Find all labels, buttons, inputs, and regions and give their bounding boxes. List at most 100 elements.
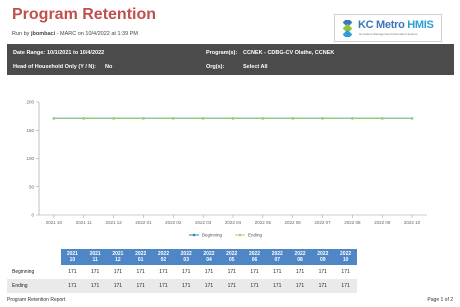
legend-label-beginning: Beginning: [202, 233, 223, 238]
data-point-ending: [52, 117, 56, 120]
table-row-label: Beginning: [12, 269, 35, 275]
table-cell: 171: [113, 269, 123, 275]
x-tick-label: 2022 02: [165, 220, 182, 225]
table-cell: 171: [61, 279, 84, 293]
logo-text: KC Metro HMIS: [358, 19, 434, 31]
table-cell: 171: [273, 269, 282, 275]
table-header-cell: 2022 07: [265, 249, 289, 265]
data-point-ending: [410, 117, 414, 120]
logo-text-main: KC Metro: [358, 19, 408, 31]
table-header-cell: 2021 11: [83, 249, 107, 265]
y-tick-label: 200: [26, 100, 34, 105]
x-tick-label: 2022 05: [255, 220, 272, 225]
run-by-line: Run by jbombaci - MARC on 10/4/2022 at 1…: [12, 31, 138, 37]
table-cell: 171: [250, 269, 259, 275]
table-cell: 171: [90, 269, 100, 275]
table-row: Ending 171 171 171 171 171 171 171 171 171 171 171 1…: [7, 279, 357, 293]
run-by-user: jbombaci: [30, 31, 56, 37]
table-cell: 171: [288, 279, 312, 293]
run-by-suffix: - MARC on 10/4/2022 at 1:39 PM: [55, 31, 138, 37]
run-by-prefix: Run by: [12, 31, 31, 37]
filters-bar: Date Range: 10/1/2021 to 10/4/2022 Head …: [7, 44, 454, 75]
table-header-cell: 2022 01: [129, 249, 153, 265]
data-point-ending: [291, 117, 294, 120]
y-tick-label: 150: [26, 128, 34, 133]
x-tick-label: 2021 10: [46, 220, 63, 225]
table-header-row: 2021 10 2021 11 2021 12 2022 01 2022 02 2022 03 2022…: [7, 249, 357, 265]
table-cell: 171: [106, 279, 130, 293]
hoh-label: Head of Household Only (Y / N):: [13, 64, 97, 70]
table-cell: 171: [182, 269, 191, 275]
logo-subtitle: Homeless Management Information System: [359, 32, 418, 36]
data-point-ending: [112, 117, 115, 120]
table-row-label: Ending: [7, 279, 61, 293]
orgs-value: Select All: [243, 64, 268, 70]
x-tick-label: 2022 07: [314, 220, 331, 225]
table-header-corner: [7, 249, 61, 265]
table-header-cell: 2022 02: [152, 249, 175, 265]
table-cell: 171: [152, 279, 175, 293]
table-header-cell: 2022 10: [334, 249, 357, 265]
table-header-cell: 2022 09: [311, 249, 335, 265]
table-cell: 171: [68, 269, 77, 275]
table-cell: 171: [174, 279, 198, 293]
logo-text-hmis: HMIS: [407, 19, 434, 31]
x-tick-label: 2021 12: [105, 220, 122, 225]
date-range-label: Date Range:: [13, 50, 46, 56]
data-point-ending: [380, 117, 384, 120]
table-cell: 171: [318, 269, 327, 275]
x-tick-label: 2022 10: [404, 220, 421, 225]
data-point-ending: [201, 117, 205, 120]
x-tick-label: 2022 08: [344, 220, 361, 225]
data-point-ending: [321, 117, 324, 120]
legend-marker-ending: [238, 233, 242, 237]
report-title: Program Retention: [12, 6, 157, 23]
y-tick-label: 50: [29, 184, 35, 189]
footer-report-name: Program Retention Report: [7, 297, 66, 303]
legend-label-ending: Ending: [248, 233, 263, 238]
table-cell: 171: [197, 279, 221, 293]
programs-label: Program(s):: [206, 50, 238, 56]
programs-value: CCNEK - CDBG-CV Olathe, CCNEK: [243, 50, 335, 56]
table-header-cell: 2021 10: [61, 249, 84, 265]
legend-marker-beginning: [192, 233, 196, 237]
table-header-cell: 2021 12: [106, 249, 130, 265]
table-cell: 171: [159, 269, 168, 275]
x-tick-label: 2022 04: [225, 220, 242, 225]
retention-data-table: 2021 10 2021 11 2021 12 2022 01 2022 02 2022 03 2022…: [7, 249, 357, 293]
retention-line-chart: 0 50 100 150 200 2021 10 2021 11 2021 12 2022 01…: [26, 100, 427, 238]
y-tick-label: 100: [26, 156, 34, 161]
data-point-ending: [172, 117, 175, 120]
table-cell: 171: [136, 269, 145, 275]
data-point-ending: [82, 117, 86, 120]
x-tick-label: 2022 01: [135, 220, 152, 225]
table-cell: 171: [204, 269, 214, 275]
table-cell: 171: [83, 279, 107, 293]
table-cell: 171: [265, 279, 289, 293]
table-header-cell: 2022 03: [174, 249, 198, 265]
x-tick-label: 2021 11: [76, 220, 92, 225]
table-cell: 171: [227, 269, 236, 275]
table-cell: 171: [220, 279, 244, 293]
data-point-ending: [351, 117, 354, 120]
hoh-value: No: [105, 64, 113, 70]
table-cell: 171: [311, 279, 335, 293]
table-cell: 171: [341, 269, 350, 275]
table-cell: 171: [295, 269, 305, 275]
x-tick-label: 2022 06: [285, 220, 302, 225]
orgs-label: Org(s):: [206, 64, 225, 70]
x-tick-label: 2022 03: [195, 220, 212, 225]
table-header-cell: 2022 06: [243, 249, 266, 265]
kc-metro-logo-icon: [342, 20, 353, 37]
retention-chart: 0 50 100 150 200 2021 10 2021 11 2021 12 2022 01…: [7, 90, 454, 247]
x-tick-label: 2022 09: [374, 220, 391, 225]
table-cell: 171: [243, 279, 266, 293]
data-point-ending: [231, 117, 235, 120]
data-point-ending: [142, 117, 145, 120]
table-cell: 171: [334, 279, 357, 293]
table-row: Beginning 171 171 171 171 171 171 171 171 171 171 1…: [7, 265, 357, 279]
footer-page-number: Page 1 of 2: [427, 297, 453, 303]
table-header-cell: 2022 04: [197, 249, 221, 265]
kc-metro-hmis-logo: KC Metro HMIS Homeless Management Inform…: [334, 14, 442, 42]
table-cell: 171: [129, 279, 153, 293]
